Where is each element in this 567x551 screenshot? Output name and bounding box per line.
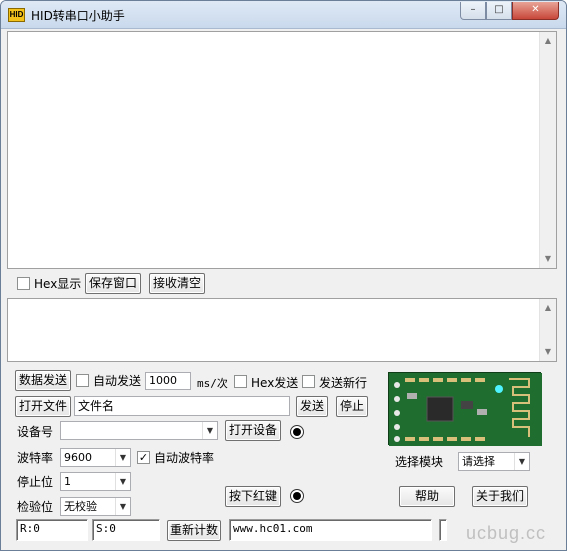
send-scrollbar[interactable]: ▲ ▼ (539, 299, 556, 361)
scroll-down-arrow-icon[interactable]: ▼ (540, 251, 556, 267)
open-file-button[interactable]: 打开文件 (15, 396, 71, 417)
url-display: www.hc01.com (229, 519, 432, 541)
rx-count: R:0 (16, 519, 88, 541)
app-window: HID HID转串口小助手 – □ ✕ ▲ ▼ Hex显示 保存窗口 接收清空 … (0, 0, 567, 551)
file-name-input[interactable]: 文件名 (74, 396, 290, 416)
hex-display-label: Hex显示 (34, 277, 82, 291)
baud-rate-select[interactable]: 9600 ▼ (60, 448, 131, 467)
receive-scrollbar[interactable]: ▲ ▼ (539, 32, 556, 268)
auto-baud-label: 自动波特率 (154, 451, 215, 465)
red-key-indicator (290, 489, 304, 503)
module-board-graphic (389, 373, 542, 446)
auto-send-checkbox[interactable] (76, 374, 89, 387)
chevron-down-icon[interactable]: ▼ (115, 449, 130, 466)
stop-bit-value: 1 (64, 475, 71, 488)
scroll-up-arrow-icon[interactable]: ▲ (540, 300, 556, 316)
send-interval-input[interactable]: 1000 (145, 372, 191, 390)
interval-unit-label: ms/次 (197, 377, 228, 390)
select-module-label: 选择模块 (395, 455, 444, 469)
app-icon: HID (8, 8, 25, 22)
minimize-button[interactable]: – (460, 2, 486, 20)
device-select[interactable]: ▼ (60, 421, 218, 440)
baud-rate-value: 9600 (64, 451, 92, 464)
status-panel (439, 519, 447, 541)
press-red-key-button[interactable]: 按下红键 (225, 486, 281, 507)
parity-label: 检验位 (17, 500, 54, 514)
open-device-button[interactable]: 打开设备 (225, 420, 281, 441)
parity-select[interactable]: 无校验 ▼ (60, 497, 131, 516)
chevron-down-icon[interactable]: ▼ (115, 498, 130, 515)
stop-bit-select[interactable]: 1 ▼ (60, 472, 131, 491)
stop-button[interactable]: 停止 (336, 396, 368, 417)
send-newline-label: 发送新行 (319, 376, 368, 390)
hex-send-checkbox[interactable] (234, 375, 247, 388)
module-select[interactable]: 请选择 ▼ (458, 452, 530, 471)
parity-value: 无校验 (64, 500, 97, 513)
module-select-value: 请选择 (462, 455, 495, 468)
receive-textarea[interactable]: ▲ ▼ (7, 31, 557, 269)
hex-display-checkbox[interactable] (17, 277, 30, 290)
auto-send-label: 自动发送 (93, 374, 142, 388)
scroll-up-arrow-icon[interactable]: ▲ (540, 33, 556, 49)
device-status-indicator (290, 425, 304, 439)
chevron-down-icon[interactable]: ▼ (115, 473, 130, 490)
auto-baud-checkbox[interactable]: ✓ (137, 451, 150, 464)
close-button[interactable]: ✕ (512, 2, 559, 20)
hex-send-label: Hex发送 (251, 376, 299, 390)
device-no-label: 设备号 (17, 425, 54, 439)
reset-count-button[interactable]: 重新计数 (167, 520, 221, 541)
send-textarea[interactable]: ▲ ▼ (7, 298, 557, 362)
data-send-button[interactable]: 数据发送 (15, 370, 71, 391)
baud-rate-label: 波特率 (17, 451, 54, 465)
watermark-text: ucbug.cc (466, 523, 547, 543)
clear-receive-button[interactable]: 接收清空 (149, 273, 205, 294)
chevron-down-icon[interactable]: ▼ (514, 453, 529, 470)
maximize-button[interactable]: □ (486, 2, 512, 20)
help-button[interactable]: 帮助 (399, 486, 455, 507)
stop-bit-label: 停止位 (17, 475, 54, 489)
save-window-button[interactable]: 保存窗口 (85, 273, 141, 294)
title-bar[interactable]: HID HID转串口小助手 – □ ✕ (1, 1, 566, 29)
send-button[interactable]: 发送 (296, 396, 328, 417)
window-title: HID转串口小助手 (31, 9, 125, 23)
scroll-down-arrow-icon[interactable]: ▼ (540, 344, 556, 360)
send-newline-checkbox[interactable] (302, 375, 315, 388)
tx-count: S:0 (92, 519, 160, 541)
bluetooth-module-image (388, 372, 542, 446)
chevron-down-icon[interactable]: ▼ (202, 422, 217, 439)
about-us-button[interactable]: 关于我们 (472, 486, 528, 507)
